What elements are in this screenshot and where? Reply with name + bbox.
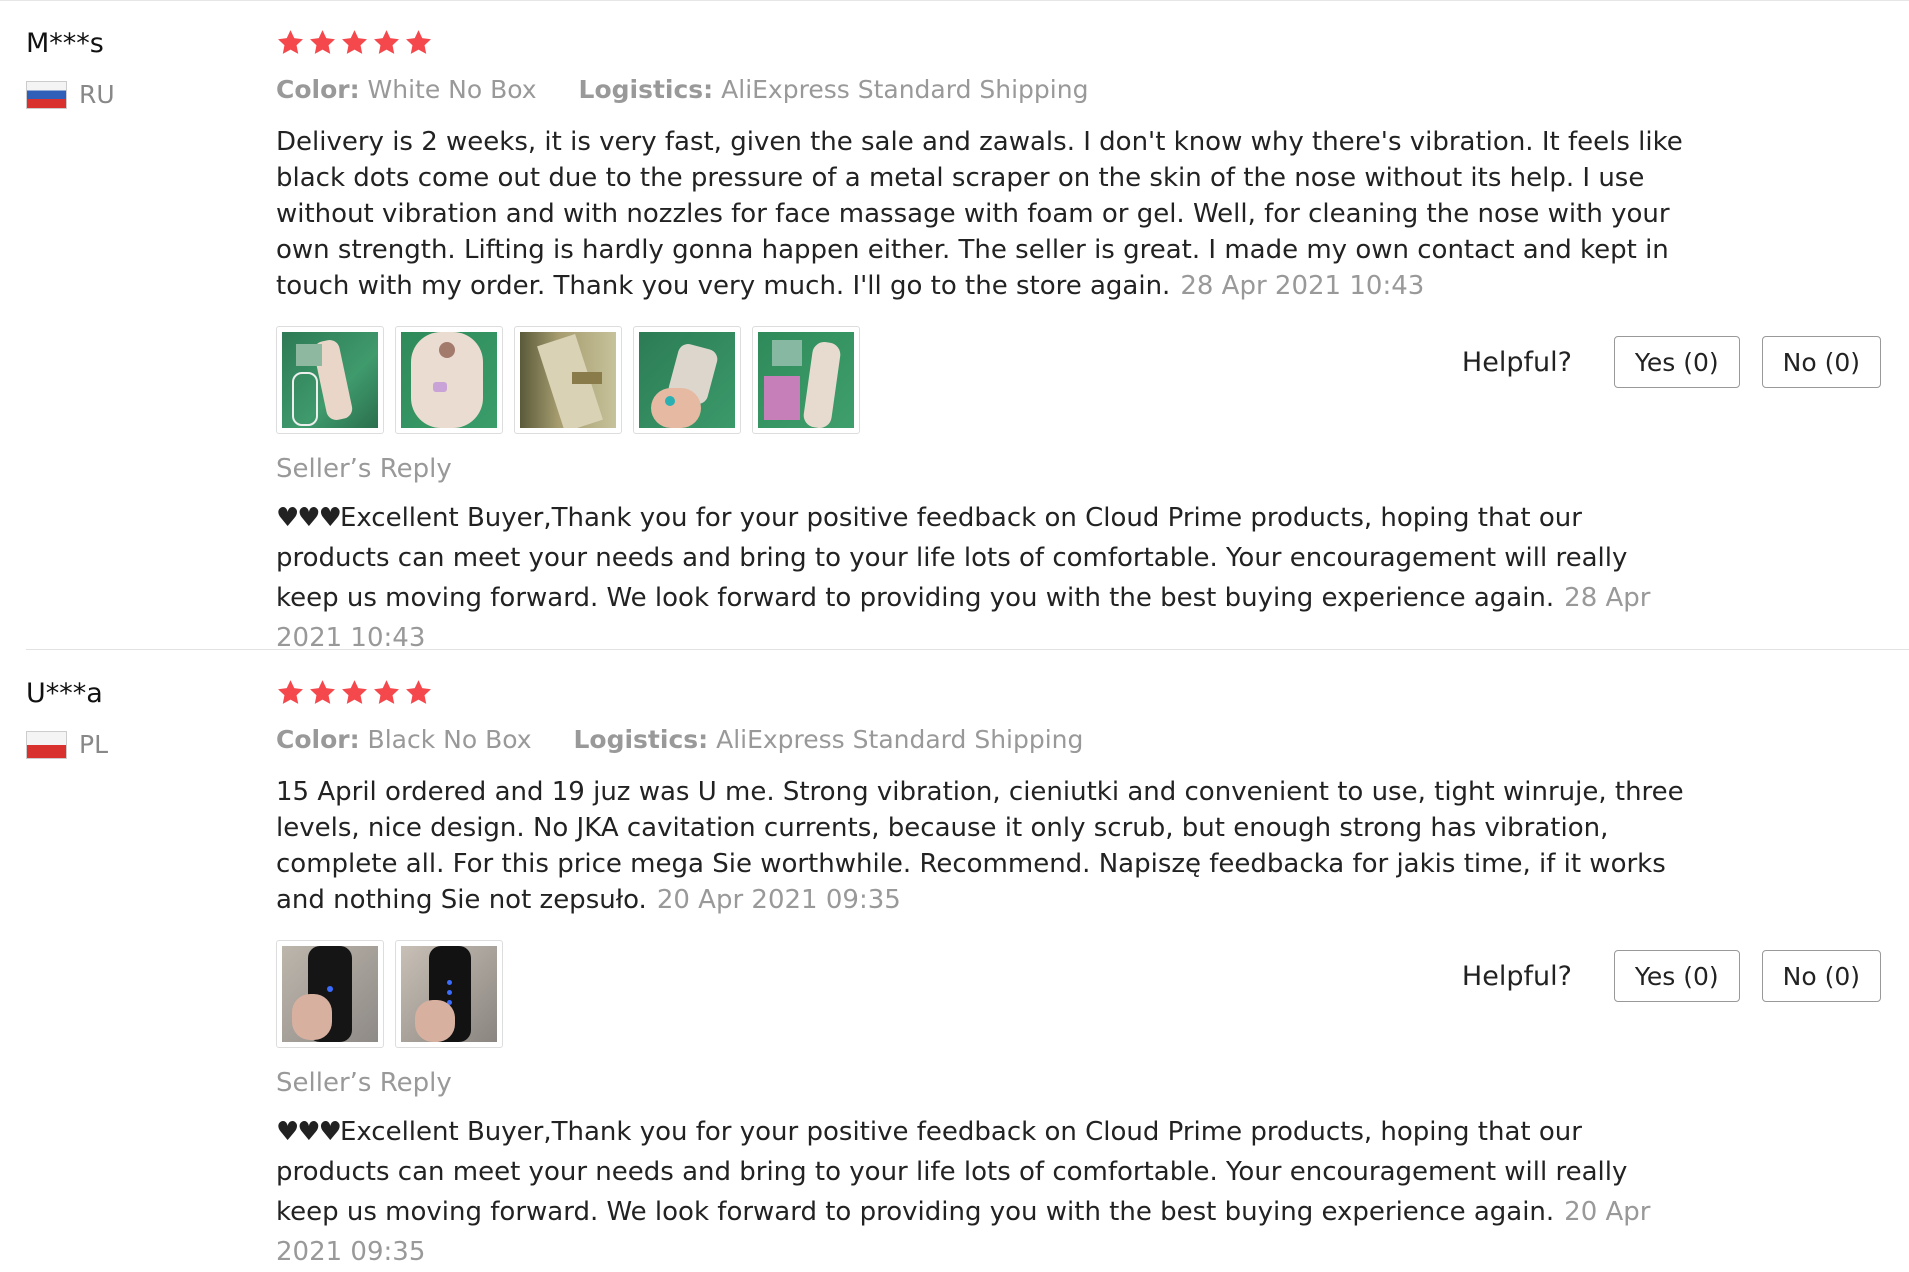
star-icon (308, 28, 337, 57)
helpful-no-button[interactable]: No (0) (1761, 950, 1881, 1002)
review-text: 15 April ordered and 19 juz was U me. St… (276, 774, 1716, 918)
seller-reply-title: Seller’s Reply (276, 454, 452, 484)
star-icon (372, 678, 401, 707)
review-photo-thumbnail[interactable] (395, 940, 503, 1048)
logistics-label: Logistics: (578, 75, 714, 104)
review-item: U***a PL Color: Black No Box Logistics: … (0, 650, 1909, 1267)
color-value: Black No Box (367, 725, 532, 754)
seller-reply-title: Seller’s Reply (276, 1068, 452, 1098)
logistics-value: AliExpress Standard Shipping (721, 75, 1089, 104)
heart-icon: ♥♥♥ (276, 1117, 342, 1147)
seller-reply: ♥♥♥Excellent Buyer,Thank you for your po… (276, 498, 1656, 658)
reviewer-name: U***a (26, 678, 103, 709)
star-rating (276, 678, 433, 707)
review-photo-thumbnail[interactable] (395, 326, 503, 434)
star-icon (276, 678, 305, 707)
heart-icon: ♥♥♥ (276, 503, 342, 533)
star-icon (404, 28, 433, 57)
color-value: White No Box (367, 75, 537, 104)
country-code: RU (79, 80, 115, 109)
review-photo-thumbnail[interactable] (752, 326, 860, 434)
reviewer-country: PL (26, 730, 108, 759)
helpful-label: Helpful? (1461, 346, 1572, 378)
review-item: M***s RU Color: White No Box Logistics: … (0, 0, 1909, 653)
review-text: Delivery is 2 weeks, it is very fast, gi… (276, 124, 1716, 304)
helpful-label: Helpful? (1461, 960, 1572, 992)
review-photo-thumbnail[interactable] (276, 940, 384, 1048)
helpful-yes-button[interactable]: Yes (0) (1613, 336, 1740, 388)
country-code: PL (79, 730, 109, 759)
review-photo-thumbnail[interactable] (276, 326, 384, 434)
reviewer-country: RU (26, 80, 115, 109)
color-label: Color: (276, 75, 360, 104)
helpful-yes-button[interactable]: Yes (0) (1613, 950, 1740, 1002)
color-label: Color: (276, 725, 360, 754)
order-info: Color: White No Box Logistics: AliExpres… (276, 75, 1088, 104)
star-icon (276, 28, 305, 57)
star-icon (340, 28, 369, 57)
seller-reply: ♥♥♥Excellent Buyer,Thank you for your po… (276, 1112, 1656, 1272)
star-icon (340, 678, 369, 707)
star-icon (372, 28, 401, 57)
seller-reply-body: Excellent Buyer,Thank you for your posit… (276, 1117, 1628, 1227)
helpful-no-button[interactable]: No (0) (1761, 336, 1881, 388)
flag-ru-icon (26, 80, 67, 109)
review-photos (276, 326, 860, 434)
star-icon (308, 678, 337, 707)
review-photos (276, 940, 503, 1048)
review-date: 20 Apr 2021 09:35 (656, 885, 901, 915)
flag-pl-icon (26, 730, 67, 759)
review-photo-thumbnail[interactable] (514, 326, 622, 434)
logistics-value: AliExpress Standard Shipping (716, 725, 1084, 754)
review-body: Delivery is 2 weeks, it is very fast, gi… (276, 127, 1683, 301)
helpful-vote: Helpful? Yes (0) No (0) (1462, 336, 1881, 388)
review-date: 28 Apr 2021 10:43 (1180, 271, 1425, 301)
seller-reply-body: Excellent Buyer,Thank you for your posit… (276, 503, 1628, 613)
logistics-label: Logistics: (573, 725, 709, 754)
review-photo-thumbnail[interactable] (633, 326, 741, 434)
order-info: Color: Black No Box Logistics: AliExpres… (276, 725, 1083, 754)
reviewer-name: M***s (26, 28, 104, 59)
star-rating (276, 28, 433, 57)
review-body: 15 April ordered and 19 juz was U me. St… (276, 777, 1684, 915)
helpful-vote: Helpful? Yes (0) No (0) (1462, 950, 1881, 1002)
star-icon (404, 678, 433, 707)
